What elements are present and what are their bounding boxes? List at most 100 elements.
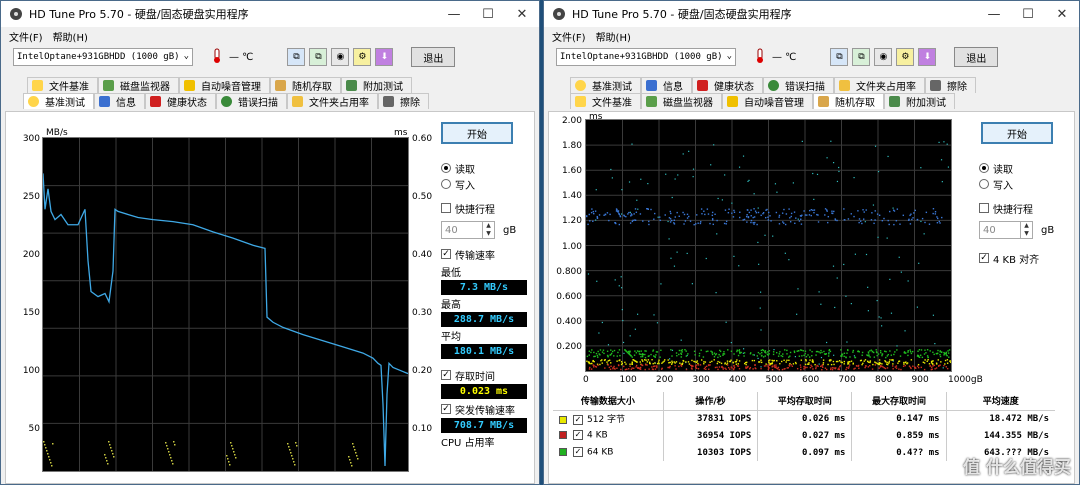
tab-erase[interactable]: 擦除 [925,77,976,93]
exit-button[interactable]: 退出 [954,47,999,67]
drive-select[interactable]: IntelOptane+931GBHDD (1000 gB) ⌄ [556,48,736,66]
short-stroke-input[interactable]: 40 ▲ ▼ [441,221,495,239]
scatter-point [716,366,718,368]
menu-help[interactable]: 帮助(H) [596,29,631,44]
menu-bar: 文件(F) 帮助(H) [544,27,1079,45]
tab-health[interactable]: 健康状态 [145,93,216,109]
tab-random-access[interactable]: 随机存取 [813,93,884,109]
tab-info[interactable]: 信息 [641,77,692,93]
scatter-point [831,210,833,212]
scatter-point [888,223,890,226]
options-icon[interactable]: ⚙ [353,48,372,66]
tab-info[interactable]: 信息 [94,93,145,109]
scatter-point [738,349,740,352]
scatter-point [704,213,706,216]
read-radio[interactable]: 读取 [441,160,536,176]
scatter-point [786,359,788,361]
scatter-point [885,356,887,359]
right-axis-tick: 0.30 [412,308,433,318]
scatter-point [937,359,939,361]
short-stroke-checkbox[interactable]: 快捷行程 [441,200,536,216]
row-checkbox[interactable]: ✓ [573,430,583,441]
start-button[interactable]: 开始 [441,122,513,144]
maximize-icon[interactable]: ☐ [1011,1,1045,27]
scatter-point [843,363,845,365]
scatter-point [914,366,916,368]
scatter-point [921,217,924,220]
scatter-point [778,216,780,218]
scatter-point [622,319,624,322]
minimize-icon[interactable]: — [437,1,471,27]
tab-benchmark[interactable]: 基准测试 [23,93,94,109]
tab-health[interactable]: 健康状态 [692,77,763,93]
tab-file-benchmark[interactable]: 文件基准 [570,93,641,109]
menu-help[interactable]: 帮助(H) [53,29,88,44]
tab-error-scan[interactable]: 错误扫描 [216,93,287,109]
scatter-point [707,213,710,215]
scatter-point [752,368,754,370]
tab-aam[interactable]: 自动噪音管理 [179,77,270,93]
scatter-point [610,349,612,351]
close-icon[interactable]: ✕ [1045,1,1079,27]
tab-benchmark[interactable]: 基准测试 [570,77,641,93]
title-bar[interactable]: HD Tune Pro 5.70 - 硬盘/固态硬盘实用程序 — ☐ ✕ [1,1,539,27]
transfer-rate-checkbox[interactable]: ✓ 传输速率 [441,246,536,262]
scatter-point [913,212,915,214]
tab-disk-monitor[interactable]: 磁盘监视器 [98,77,179,93]
scatter-point [875,349,877,351]
save-down-icon[interactable]: ⬇ [918,48,937,66]
copy-all-icon[interactable]: ⧉ [309,48,328,66]
write-radio[interactable]: 写入 [441,176,536,192]
align-4kb-checkbox[interactable]: ✓ 4 KB 对齐 [979,250,1074,266]
access-time-checkbox[interactable]: ✓ 存取时间 [441,367,536,383]
drive-select[interactable]: IntelOptane+931GBHDD (1000 gB) ⌄ [13,48,193,66]
scatter-point [690,364,692,367]
start-button[interactable]: 开始 [981,122,1053,144]
camera-icon[interactable]: ◉ [331,48,350,66]
write-radio[interactable]: 写入 [979,176,1074,192]
scatter-point [918,349,921,351]
menu-file[interactable]: 文件(F) [552,29,586,44]
copy-all-icon[interactable]: ⧉ [852,48,871,66]
tab-disk-monitor[interactable]: 磁盘监视器 [641,93,722,109]
title-bar[interactable]: HD Tune Pro 5.70 - 硬盘/固态硬盘实用程序 — ☐ ✕ [544,1,1079,27]
scatter-point [834,368,836,370]
tab-aam[interactable]: 自动噪音管理 [722,93,813,109]
tab-file-benchmark[interactable]: 文件基准 [27,77,98,93]
close-icon[interactable]: ✕ [505,1,539,27]
row-checkbox[interactable]: ✓ [573,414,583,425]
scatter-point [595,189,597,191]
short-stroke-checkbox[interactable]: 快捷行程 [979,200,1074,216]
scatter-point [607,355,609,357]
scatter-point [629,222,632,224]
scatter-point [932,351,934,354]
tab-folder-usage[interactable]: 文件夹占用率 [287,93,378,109]
access-time-point [167,448,169,450]
camera-icon[interactable]: ◉ [874,48,893,66]
short-stroke-input[interactable]: 40 ▲ ▼ [979,221,1033,239]
scatter-point [753,208,755,210]
scatter-point [617,351,619,354]
tab-extra-tests[interactable]: 附加测试 [884,93,955,109]
scatter-point [894,351,896,353]
copy-icon[interactable]: ⧉ [287,48,306,66]
tab-folder-usage[interactable]: 文件夹占用率 [834,77,925,93]
menu-file[interactable]: 文件(F) [9,29,43,44]
save-down-icon[interactable]: ⬇ [375,48,394,66]
tab-error-scan[interactable]: 错误扫描 [763,77,834,93]
exit-button[interactable]: 退出 [411,47,456,67]
scatter-point [946,354,948,357]
minimize-icon[interactable]: — [977,1,1011,27]
tab-extra-tests[interactable]: 附加测试 [341,77,412,93]
access-time-point [49,459,51,461]
scatter-point [717,356,719,359]
scatter-point [940,361,942,363]
tab-erase[interactable]: 擦除 [378,93,429,109]
tab-random-access[interactable]: 随机存取 [270,77,341,93]
read-radio[interactable]: 读取 [979,160,1074,176]
row-checkbox[interactable]: ✓ [573,447,583,458]
copy-icon[interactable]: ⧉ [830,48,849,66]
maximize-icon[interactable]: ☐ [471,1,505,27]
options-icon[interactable]: ⚙ [896,48,915,66]
burst-rate-checkbox[interactable]: ✓ 突发传输速率 [441,401,536,417]
